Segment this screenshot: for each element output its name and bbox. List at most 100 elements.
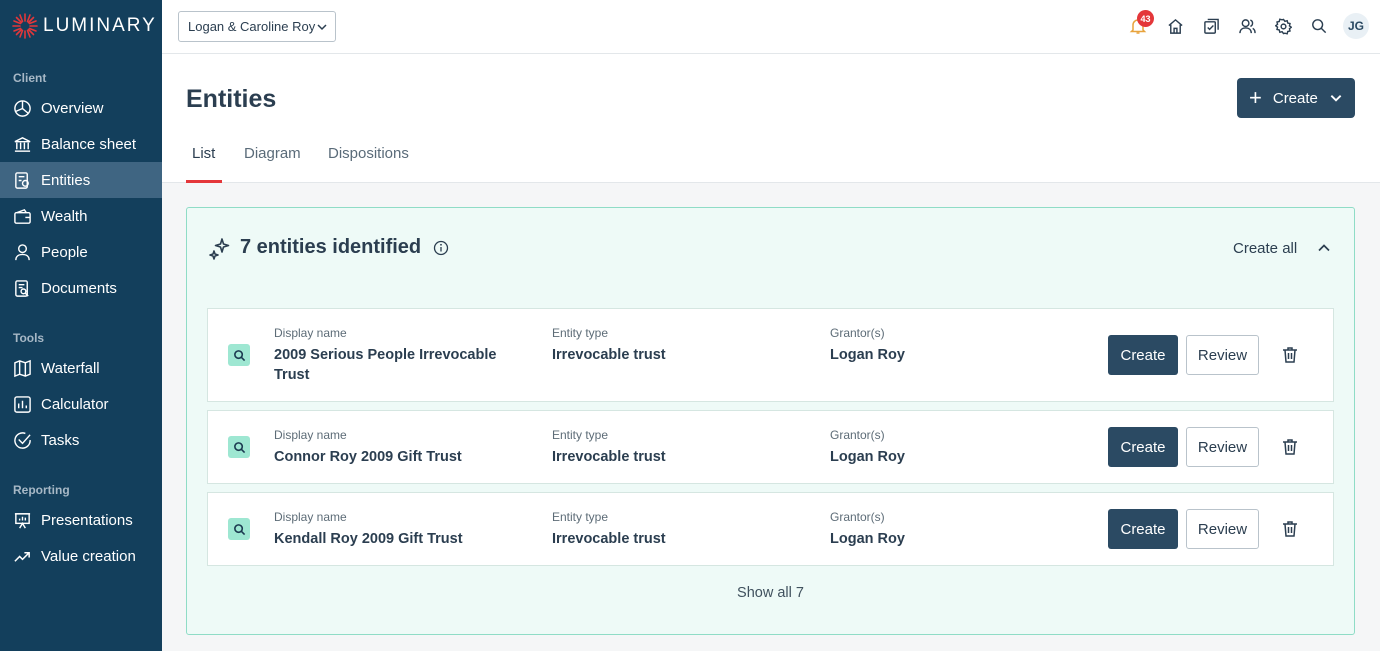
- show-all-button[interactable]: Show all 7: [187, 585, 1354, 601]
- entity-type-label: Entity type: [552, 326, 609, 340]
- client-selector[interactable]: Logan & Caroline Roy: [178, 11, 336, 42]
- nav-section-reporting: Reporting: [13, 483, 70, 497]
- chevron-up-icon[interactable]: [1316, 240, 1332, 256]
- sidebar-item-balance-sheet[interactable]: Balance sheet: [0, 126, 162, 162]
- overview-icon: [14, 99, 31, 117]
- entity-type-value: Irrevocable trust: [552, 347, 666, 363]
- chevron-down-icon: [317, 24, 327, 31]
- entity-type-value: Irrevocable trust: [552, 449, 666, 465]
- display-name-label: Display name: [274, 510, 347, 524]
- sidebar-item-presentations[interactable]: Presentations: [0, 502, 162, 538]
- sidebar-item-overview[interactable]: Overview: [0, 90, 162, 126]
- presentation-icon: [14, 512, 31, 528]
- nav-section-tools: Tools: [13, 331, 45, 345]
- entity-type-label: Entity type: [552, 510, 609, 524]
- entity-type-value: Irrevocable trust: [552, 531, 666, 547]
- user-avatar[interactable]: JG: [1343, 13, 1369, 39]
- page-title: Entities: [186, 85, 277, 113]
- trend-up-icon: [14, 551, 30, 562]
- home-icon: [1167, 18, 1183, 34]
- entity-card: Display name 2009 Serious People Irrevoc…: [207, 308, 1334, 402]
- notification-count-badge: 43: [1137, 10, 1154, 27]
- entities-icon: [15, 171, 29, 189]
- people-button[interactable]: [1237, 16, 1257, 36]
- entity-search-badge: [228, 436, 250, 458]
- gear-icon: [1274, 17, 1292, 35]
- trash-icon[interactable]: [1280, 345, 1300, 365]
- trash-icon[interactable]: [1280, 519, 1300, 539]
- settings-button[interactable]: [1273, 16, 1293, 36]
- sidebar-item-value-creation[interactable]: Value creation: [0, 538, 162, 574]
- grantors-label: Grantor(s): [830, 510, 885, 524]
- create-button[interactable]: + Create: [1237, 78, 1355, 118]
- chart-box-icon: [14, 395, 31, 413]
- create-entity-button[interactable]: Create: [1108, 427, 1178, 467]
- entity-card: Display name Connor Roy 2009 Gift Trust …: [207, 410, 1334, 484]
- document-search-icon: [15, 279, 29, 297]
- sidebar-item-wealth[interactable]: Wealth: [0, 198, 162, 234]
- luminary-logo[interactable]: LUMINARY: [12, 13, 157, 39]
- sparkle-icon: [209, 238, 230, 260]
- grantors-label: Grantor(s): [830, 326, 885, 340]
- check-circle-icon: [14, 431, 31, 449]
- create-all-button[interactable]: Create all: [1233, 240, 1297, 257]
- top-bar: Logan & Caroline Roy 43 JG: [162, 0, 1380, 54]
- review-entity-button[interactable]: Review: [1186, 335, 1259, 375]
- entity-display-name: Kendall Roy 2009 Gift Trust: [274, 531, 463, 547]
- users-icon: [1238, 18, 1256, 33]
- sidebar-item-calculator[interactable]: Calculator: [0, 386, 162, 422]
- map-icon: [14, 359, 31, 377]
- plus-icon: +: [1249, 85, 1262, 110]
- entity-card: Display name Kendall Roy 2009 Gift Trust…: [207, 492, 1334, 566]
- sidebar-item-label: Tasks: [41, 431, 80, 449]
- review-entity-button[interactable]: Review: [1186, 509, 1259, 549]
- review-entity-button[interactable]: Review: [1186, 427, 1259, 467]
- info-icon[interactable]: [433, 240, 449, 256]
- trash-icon[interactable]: [1280, 437, 1300, 457]
- display-name-label: Display name: [274, 428, 347, 442]
- search-icon: [233, 349, 245, 361]
- sidebar-item-tasks[interactable]: Tasks: [0, 422, 162, 458]
- entity-display-name: Connor Roy 2009 Gift Trust: [274, 449, 462, 465]
- create-button-label: Create: [1272, 89, 1318, 107]
- chevron-down-icon: [1330, 95, 1342, 102]
- bank-icon: [14, 136, 31, 152]
- sidebar-item-label: Overview: [41, 99, 104, 117]
- display-name-label: Display name: [274, 326, 347, 340]
- grantor-value: Logan Roy: [830, 449, 905, 465]
- active-tab-indicator: [186, 180, 222, 183]
- client-selector-value: Logan & Caroline Roy: [188, 19, 316, 34]
- grantor-value: Logan Roy: [830, 531, 905, 547]
- tab-diagram[interactable]: Diagram: [244, 145, 301, 162]
- create-entity-button[interactable]: Create: [1108, 509, 1178, 549]
- sidebar-item-entities[interactable]: Entities: [0, 162, 162, 198]
- sidebar-item-waterfall[interactable]: Waterfall: [0, 350, 162, 386]
- grantors-label: Grantor(s): [830, 428, 885, 442]
- search-icon: [233, 441, 245, 453]
- starburst-logo-icon: [12, 13, 38, 39]
- entity-type-label: Entity type: [552, 428, 609, 442]
- entity-search-badge: [228, 518, 250, 540]
- sidebar-item-label: Calculator: [41, 395, 109, 413]
- panel-title: 7 entities identified: [240, 236, 422, 258]
- tab-dispositions[interactable]: Dispositions: [328, 145, 409, 162]
- page-header: Entities + Create List Diagram Dispositi…: [162, 54, 1380, 183]
- create-entity-button[interactable]: Create: [1108, 335, 1178, 375]
- tasks-button[interactable]: [1201, 16, 1221, 36]
- nav-section-client: Client: [13, 71, 47, 85]
- tab-list[interactable]: List: [192, 145, 215, 162]
- sidebar-item-documents[interactable]: Documents: [0, 270, 162, 306]
- search-icon: [1312, 19, 1327, 34]
- grantor-value: Logan Roy: [830, 347, 905, 363]
- sidebar-item-label: Documents: [41, 279, 117, 297]
- sidebar-item-label: Value creation: [41, 547, 136, 565]
- sidebar-item-label: Balance sheet: [41, 135, 137, 153]
- brand-name: LUMINARY: [43, 15, 157, 36]
- search-button[interactable]: [1309, 16, 1329, 36]
- sidebar-item-people[interactable]: People: [0, 234, 162, 270]
- checklist-icon: [1203, 18, 1219, 34]
- sidebar-item-label: Presentations: [41, 511, 133, 529]
- sidebar-item-label: People: [41, 243, 88, 261]
- sidebar-item-label: Entities: [41, 171, 91, 189]
- home-button[interactable]: [1165, 16, 1185, 36]
